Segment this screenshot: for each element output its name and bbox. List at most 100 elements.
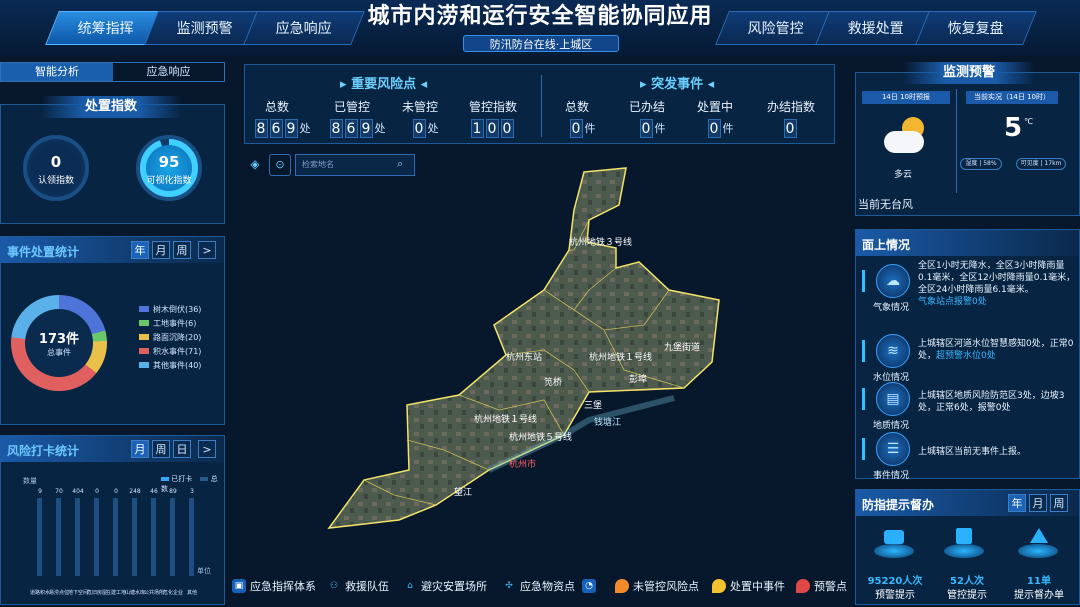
control-tip-label: 管控提示 bbox=[947, 590, 987, 601]
search-icon[interactable]: ⌕ bbox=[397, 157, 411, 171]
legend-rescue-team[interactable]: ⚇ 救援队伍 bbox=[327, 578, 389, 594]
next-icon[interactable]: > bbox=[198, 440, 216, 458]
period-month[interactable]: 月 bbox=[131, 440, 149, 458]
warning-tip-label: 预警提示 bbox=[875, 590, 915, 601]
legend-uncontrolled-risk[interactable]: 未管控风险点 bbox=[615, 578, 699, 594]
stat-label: 已办结 bbox=[628, 100, 665, 114]
stat-value: 869处 bbox=[254, 118, 311, 138]
stat-label: 处置中 bbox=[696, 100, 733, 114]
stat-value: 0件 bbox=[707, 118, 734, 138]
bar-value-label: 3 bbox=[190, 488, 194, 495]
surface-item-events[interactable]: ☰ 事件情况 上城辖区当前无事件上报。 bbox=[862, 428, 1074, 481]
bar-value-label: 46 bbox=[150, 488, 158, 495]
legend-warning-point[interactable]: 预警点 bbox=[796, 578, 847, 594]
temp-unit: ℃ bbox=[1024, 117, 1033, 126]
map-label: 笕桥 bbox=[544, 376, 562, 388]
period-month[interactable]: 月 bbox=[152, 241, 170, 259]
stat-digit: 0 bbox=[707, 118, 721, 138]
surface-item-geology[interactable]: ▤ 地质情况 上城辖区地质风险防范区3处，边坡3处，正常6处，报警0处 bbox=[862, 378, 1074, 431]
control-tip-icon bbox=[944, 526, 984, 562]
locate-icon[interactable]: ⊙ bbox=[269, 154, 291, 176]
nav-tab-recovery[interactable]: 恢复复盘 bbox=[915, 11, 1037, 45]
event-list-icon: ☰ bbox=[876, 432, 910, 466]
pin-yellow-icon bbox=[712, 579, 726, 593]
shelter-icon: ⌂ bbox=[407, 581, 413, 591]
supplies-icon: ✣ bbox=[505, 581, 513, 591]
cloudy-icon bbox=[880, 117, 928, 159]
sudden-events-title: ▸ 突发事件 ◂ bbox=[640, 77, 715, 92]
period-day[interactable]: 日 bbox=[173, 440, 191, 458]
bar bbox=[56, 498, 61, 576]
next-icon[interactable]: > bbox=[198, 241, 216, 259]
period-week[interactable]: 周 bbox=[173, 241, 191, 259]
header-bar: 统筹指挥 监测预警 应急响应 城市内涝和运行安全智能协同应用 防汛防台在线·上城… bbox=[0, 0, 1080, 56]
map-label: 九堡街道 bbox=[664, 341, 700, 353]
team-icon: ⚇ bbox=[329, 581, 339, 591]
humidity-badge: 湿度 | 58% bbox=[960, 158, 1002, 170]
map-label: 钱塘江 bbox=[594, 416, 621, 428]
stat-label: 办结指数 bbox=[766, 100, 815, 114]
weather-condition: 多云 bbox=[894, 170, 913, 180]
legend-handling-event[interactable]: 处置中事件 bbox=[712, 578, 785, 594]
map-toolbar: ◈ ⊙ 检索地名 ⌕ bbox=[247, 154, 417, 176]
surface-item-weather[interactable]: ☁ 气象情况 全区1小时无降水，全区3小时降雨量0.1毫米，全区12小时降雨量0.1… bbox=[862, 260, 1075, 313]
layers-icon[interactable]: ◈ bbox=[247, 157, 263, 173]
stat-digit: 6 bbox=[344, 118, 358, 138]
legend-supplies[interactable]: ✣ 应急物资点 bbox=[502, 578, 575, 594]
alert-order-icon bbox=[1018, 526, 1058, 562]
water-gauge-icon: ≋ bbox=[876, 334, 910, 368]
command-icon: ▣ bbox=[232, 579, 246, 593]
legend-toggle[interactable]: ◔ bbox=[582, 578, 596, 594]
period-year[interactable]: 年 bbox=[1008, 494, 1026, 512]
bar-value-label: 404 bbox=[72, 488, 84, 495]
district-map[interactable]: 杭州地铁３号线 杭州东站 杭州地铁１号线 九堡街道 笕桥 杭州市 彭埠 三堡 杭… bbox=[244, 150, 839, 565]
stat-label: 总数 bbox=[264, 100, 289, 114]
y-axis-label: 数量 bbox=[23, 477, 37, 485]
period-month[interactable]: 月 bbox=[1029, 494, 1047, 512]
warning-tip-icon bbox=[874, 526, 914, 562]
tab-smart-analysis[interactable]: 智能分析 bbox=[1, 63, 113, 81]
map-label: 望江 bbox=[454, 486, 472, 498]
stat-digit: 6 bbox=[269, 118, 283, 138]
stat-digit: 1 bbox=[470, 118, 484, 138]
map-label: 杭州地铁５号线 bbox=[509, 431, 572, 443]
stat-digit: 9 bbox=[284, 118, 298, 138]
map-label: 杭州市 bbox=[509, 458, 536, 470]
period-week[interactable]: 周 bbox=[152, 440, 170, 458]
surface-item-water[interactable]: ≋ 水位情况 上城辖区河道水位智慧感知0处，正常0处，超预警水位0处 bbox=[862, 330, 1074, 383]
pin-red-icon bbox=[796, 579, 810, 593]
map-label: 杭州东站 bbox=[506, 351, 542, 363]
period-week[interactable]: 周 bbox=[1050, 494, 1068, 512]
stat-digit: 0 bbox=[485, 118, 499, 138]
stat-value: 0 bbox=[783, 118, 799, 138]
bar bbox=[151, 498, 156, 576]
risk-points-title: ▸ 重要风险点 ◂ bbox=[340, 77, 428, 92]
stat-value: 0处 bbox=[412, 118, 439, 138]
legend-command[interactable]: ▣ 应急指挥体系 bbox=[232, 578, 316, 594]
checkin-bar-chart: 9 道路积水 70 易涝点位 404 地下空间 0 危旧房屋 0 在建工地 248 山塘水库 46 公共场… bbox=[30, 488, 199, 600]
bar-value-label: 89 bbox=[169, 488, 177, 495]
pin-orange-icon bbox=[615, 579, 629, 593]
stat-value: 100 bbox=[470, 118, 516, 138]
stat-digit: 9 bbox=[359, 118, 373, 138]
toggle-icon: ◔ bbox=[582, 579, 596, 593]
event-stats-panel: 事件处置统计 年 月 周 > 173件 总事件 树木倒伏(36) 工地事件(6)… bbox=[0, 236, 225, 425]
stat-unit: 件 bbox=[584, 122, 596, 135]
event-stats-title: 事件处置统计 bbox=[7, 245, 80, 259]
stat-unit: 件 bbox=[722, 122, 734, 135]
control-tip-value: 52人次 bbox=[950, 576, 984, 587]
tab-emergency-response[interactable]: 应急响应 bbox=[113, 63, 224, 81]
legend-shelter[interactable]: ⌂ 避灾安置场所 bbox=[403, 578, 487, 594]
stat-label: 总数 bbox=[564, 100, 589, 114]
stat-digit: 8 bbox=[329, 118, 343, 138]
stat-digit: 0 bbox=[783, 118, 797, 138]
map-label: 杭州地铁３号线 bbox=[569, 236, 632, 248]
period-year[interactable]: 年 bbox=[131, 241, 149, 259]
disposal-panel: 处置指数 0 认领指数 95 可视化指数 bbox=[0, 96, 225, 224]
event-legend: 树木倒伏(36) 工地事件(6) 路面沉降(20) 积水事件(71) 其他事件(… bbox=[139, 303, 223, 373]
map-canvas[interactable]: 杭州地铁３号线 杭州东站 杭州地铁１号线 九堡街道 笕桥 杭州市 彭埠 三堡 杭… bbox=[244, 150, 839, 565]
stat-unit: 处 bbox=[427, 122, 439, 135]
stat-value: 0件 bbox=[569, 118, 596, 138]
warning-tip-value: 95220人次 bbox=[867, 576, 923, 587]
bar bbox=[170, 498, 175, 576]
